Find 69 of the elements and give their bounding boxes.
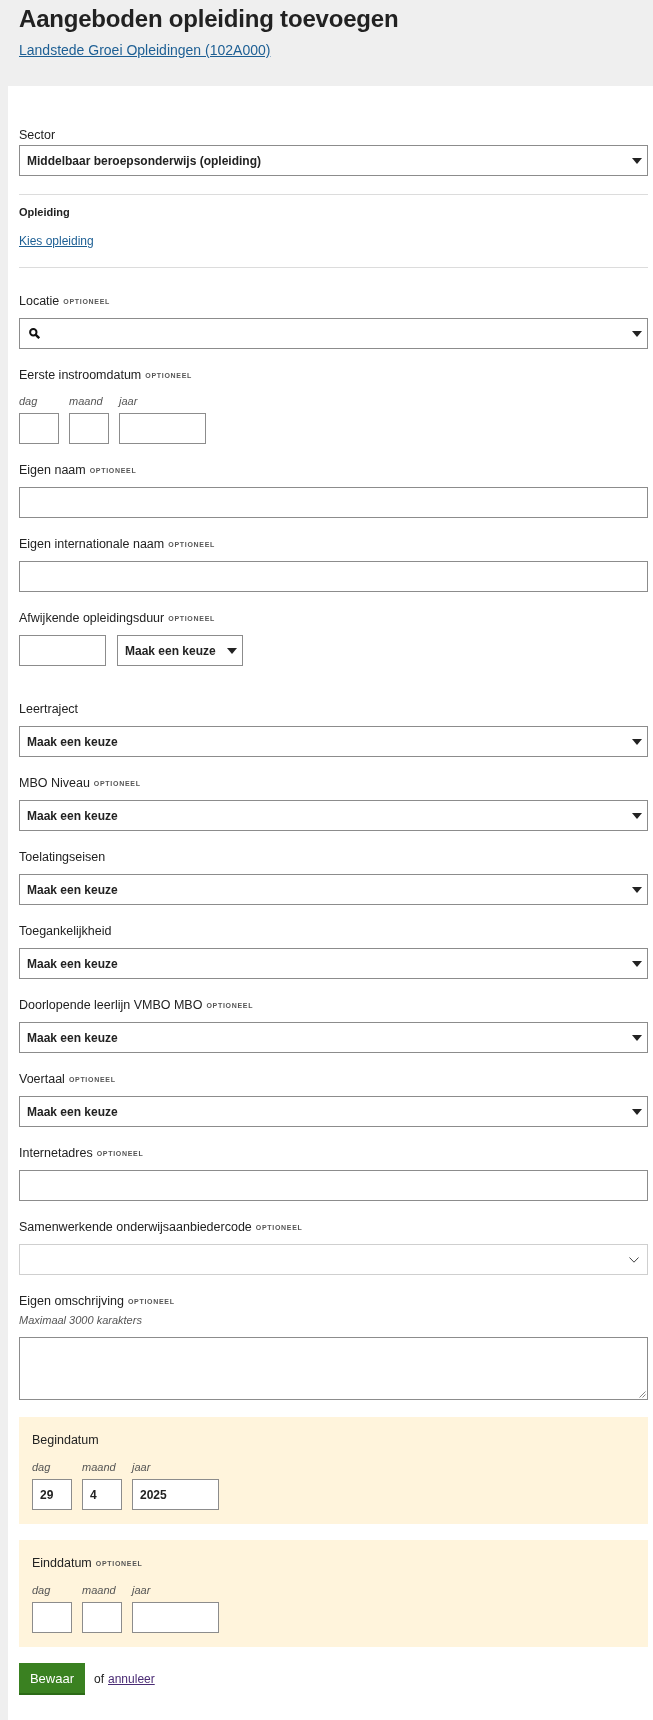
date-part-field[interactable] [82, 1602, 122, 1633]
text-field[interactable] [19, 1170, 648, 1201]
field-label: Locatie [19, 293, 60, 309]
date-part-label: dag [32, 1583, 51, 1598]
caret-icon [632, 960, 642, 967]
date-part-label: dag [32, 1460, 51, 1475]
date-part-label: jaar [119, 394, 138, 409]
caret-icon [632, 812, 642, 819]
caret-icon [632, 1034, 642, 1041]
date-part-field[interactable] [32, 1602, 72, 1633]
date-part-field[interactable]: 2025 [132, 1479, 219, 1510]
resize-grip-icon[interactable] [639, 1391, 646, 1398]
field-label: Sector [19, 127, 56, 143]
organisation-link[interactable]: Landstede Groei Opleidingen (102A000) [19, 41, 271, 59]
date-part-label: maand [69, 394, 103, 409]
dropdown[interactable]: Maak een keuze [19, 800, 648, 831]
date-part-label: maand [82, 1460, 116, 1475]
caret-icon [632, 1108, 642, 1115]
date-part-field[interactable] [132, 1602, 219, 1633]
dropdown[interactable]: Maak een keuze [117, 635, 243, 666]
dropdown[interactable]: Maak een keuze [19, 948, 648, 979]
field-label: Voertaal [19, 1071, 65, 1087]
field-label: Samenwerkende onderwijsaanbiedercode [19, 1219, 252, 1235]
date-part-field[interactable] [119, 413, 206, 444]
date-part-label: jaar [132, 1460, 151, 1475]
dropdown[interactable]: Middelbaar beroepsonderwijs (opleiding) [19, 145, 648, 176]
separator-text: of [94, 1672, 104, 1686]
dropdown[interactable]: Maak een keuze [19, 874, 648, 905]
dropdown[interactable]: Maak een keuze [19, 1022, 648, 1053]
field-label: Opleiding [19, 205, 70, 219]
field-label: Eigen naam [19, 462, 86, 478]
date-part-field[interactable] [19, 413, 59, 444]
field-label: Toegankelijkheid [19, 923, 112, 939]
field-label: Leertraject [19, 701, 79, 717]
page-title: Aangeboden opleiding toevoegen [19, 4, 399, 34]
date-part-label: dag [19, 394, 38, 409]
date-part-label: jaar [132, 1583, 151, 1598]
choose-link[interactable]: Kies opleiding [19, 233, 94, 249]
caret-icon [632, 886, 642, 893]
dropdown[interactable]: Maak een keuze [19, 1096, 648, 1127]
text-field[interactable] [19, 635, 106, 666]
field-hint: Maximaal 3000 karakters [19, 1313, 142, 1327]
field-label: MBO Niveau [19, 775, 90, 791]
date-part-label: maand [82, 1583, 116, 1598]
caret-icon [632, 738, 642, 745]
textarea-field[interactable] [19, 1337, 648, 1400]
text-field[interactable] [19, 561, 648, 592]
caret-icon [227, 647, 237, 654]
date-part-field[interactable]: 4 [82, 1479, 122, 1510]
save-button[interactable]: Bewaar [19, 1663, 85, 1695]
field-label: Toelatingseisen [19, 849, 106, 865]
caret-icon [632, 157, 642, 164]
field-label: Einddatum [32, 1555, 92, 1571]
field-label: Afwijkende opleidingsduur [19, 610, 165, 626]
caret-icon [632, 330, 642, 337]
text-field[interactable] [19, 487, 648, 518]
field-label: Eerste instroomdatum [19, 367, 142, 383]
search-icon [29, 328, 40, 339]
search-dropdown[interactable] [19, 318, 648, 349]
field-label: Eigen internationale naam [19, 536, 165, 552]
field-label: Doorlopende leerlijn VMBO MBO [19, 997, 203, 1013]
chevron-icon [629, 1256, 639, 1263]
field-label: Internetadres [19, 1145, 93, 1161]
date-part-field[interactable]: 29 [32, 1479, 72, 1510]
date-part-field[interactable] [69, 413, 109, 444]
cancel-link[interactable]: annuleer [108, 1671, 155, 1687]
dropdown[interactable]: Maak een keuze [19, 726, 648, 757]
field-label: Eigen omschrijving [19, 1293, 124, 1309]
field-label: Begindatum [32, 1432, 99, 1448]
